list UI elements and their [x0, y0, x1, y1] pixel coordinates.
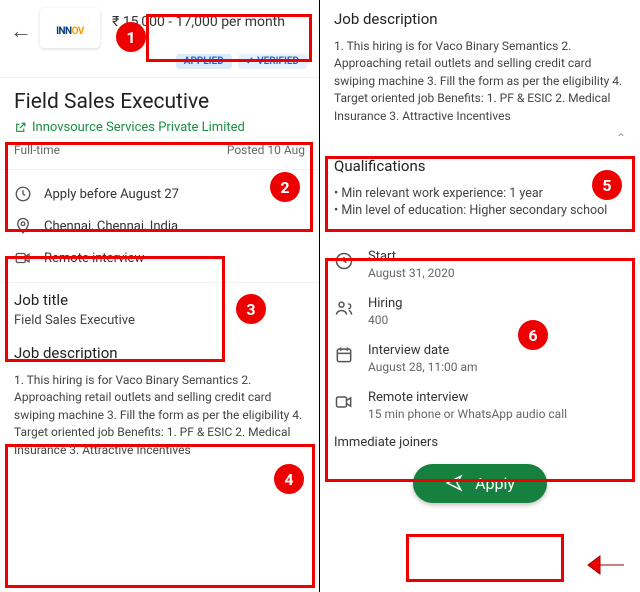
top-bar: ← INNOV ₹ 15,000 - 17,000 per month [0, 0, 319, 52]
posted-date: Posted 10 Aug [227, 143, 305, 157]
arrow-icon [586, 550, 626, 580]
apply-button[interactable]: Apply [413, 464, 547, 503]
video-icon [14, 249, 32, 267]
immediate-joiners: Immediate joiners [320, 435, 640, 456]
hiring-count-row: Hiring400 [320, 288, 640, 335]
qualifications-heading: Qualifications [320, 151, 640, 179]
qualification-item: • Min level of education: Higher seconda… [320, 202, 640, 219]
clock-icon [14, 185, 32, 203]
job-title-heading: Job title [0, 285, 319, 313]
clock-icon [334, 251, 354, 271]
company-logo: INNOV [40, 8, 100, 48]
interview-date-row: Interview dateAugust 28, 11:00 am [320, 335, 640, 382]
job-desc-heading-left: Job description [0, 338, 319, 366]
calendar-icon [334, 345, 354, 365]
applied-badge: APPLIED [176, 54, 232, 69]
job-title-value: Field Sales Executive [0, 313, 319, 334]
job-desc-text-left: 1. This hiring is for Vaco Binary Semant… [0, 366, 319, 465]
remote-row: Remote interview [14, 242, 305, 274]
annotation-4: 4 [274, 464, 304, 494]
send-icon [445, 474, 463, 492]
job-desc-heading-right: Job description [320, 0, 640, 32]
external-link-icon [14, 121, 27, 134]
video-icon [334, 392, 354, 412]
back-icon[interactable]: ← [10, 18, 32, 44]
qualification-item: • Min relevant work experience: 1 year [320, 185, 640, 202]
location-row: Chennai, Chennai, India [14, 210, 305, 242]
chevron-up-icon[interactable]: ⌃ [320, 131, 640, 145]
job-type: Full-time [14, 143, 60, 157]
people-icon [334, 298, 354, 318]
salary-range: ₹ 15,000 - 17,000 per month [108, 8, 309, 36]
deadline-row: Apply before August 27 [14, 178, 305, 210]
job-desc-text-right: 1. This hiring is for Vaco Binary Semant… [320, 32, 640, 131]
start-date-row: StartAugust 31, 2020 [320, 241, 640, 288]
company-link[interactable]: Innovsource Services Private Limited [14, 120, 305, 135]
job-title: Field Sales Executive [14, 90, 305, 114]
left-pane: ← INNOV ₹ 15,000 - 17,000 per month APPL… [0, 0, 320, 592]
verified-badge: ✓VERIFIED [238, 54, 307, 69]
remote-interview-detail-row: Remote interview15 min phone or WhatsApp… [320, 382, 640, 429]
job-header-card: Field Sales Executive Innovsource Servic… [0, 80, 319, 167]
pin-icon [14, 217, 32, 235]
right-pane: Job description 1. This hiring is for Va… [320, 0, 640, 592]
